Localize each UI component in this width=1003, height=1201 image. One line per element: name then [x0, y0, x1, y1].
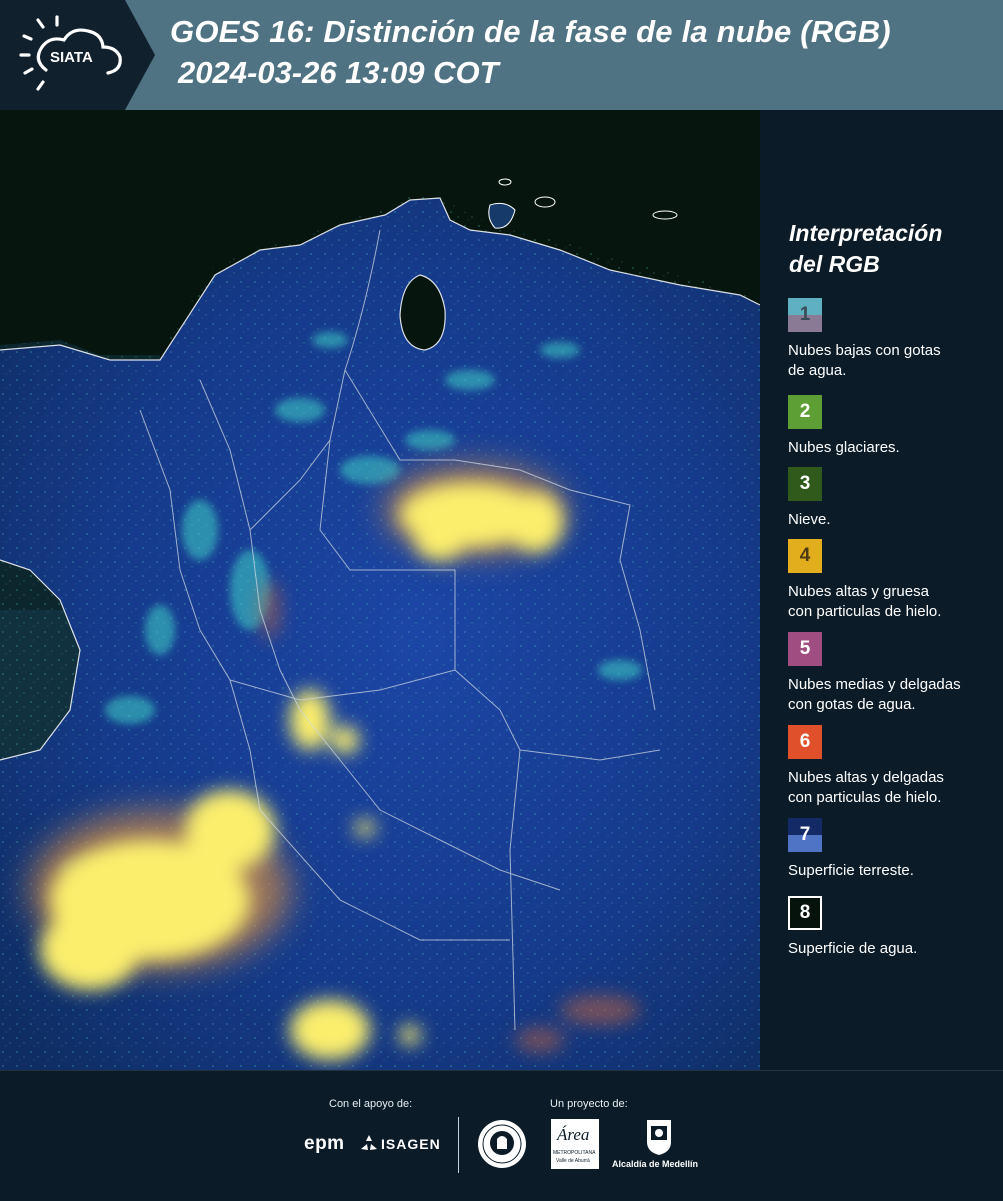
- isagen-logo: ISAGEN: [381, 1136, 441, 1152]
- legend-title-line2: del RGB: [789, 251, 880, 277]
- legend-item-5: 5 Nubes medias y delgadas con gotas de a…: [788, 632, 998, 715]
- legend-number-5: 5: [799, 638, 811, 659]
- legend-label-5-line1: Nubes medias y delgadas: [788, 676, 961, 693]
- legend-title: Interpretación del RGB: [789, 218, 989, 280]
- legend-item-4: 4 Nubes altas y gruesa con particulas de…: [788, 539, 998, 622]
- isagen-mark-icon: [361, 1135, 377, 1150]
- legend-label-4: Nubes altas y gruesa con particulas de h…: [788, 582, 998, 622]
- legend-label-2-line1: Nubes glaciares.: [788, 439, 900, 456]
- legend-panel: Interpretación del RGB 1 Nubes bajas con…: [760, 110, 1003, 1070]
- legend-label-1-line2: de agua.: [788, 362, 847, 379]
- legend-swatch-6: 6: [788, 725, 822, 759]
- legend-label-8-line1: Superficie de agua.: [788, 940, 918, 957]
- legend-label-4-line2: con particulas de hielo.: [788, 603, 942, 620]
- legend-item-8: 8 Superficie de agua.: [788, 896, 998, 959]
- footer-divider: [458, 1117, 459, 1173]
- legend-item-1: 1 Nubes bajas con gotas de agua.: [788, 298, 998, 381]
- legend-label-2: Nubes glaciares.: [788, 438, 998, 458]
- legend-label-6-line1: Nubes altas y delgadas: [788, 769, 944, 786]
- legend-number-1: 1: [799, 304, 811, 325]
- seal-logo: [478, 1120, 526, 1168]
- legend-number-3: 3: [799, 473, 811, 494]
- legend-swatch-4: 4: [788, 539, 822, 573]
- page-title: GOES 16: Distinción de la fase de la nub…: [170, 14, 891, 49]
- legend-label-6: Nubes altas y delgadas con particulas de…: [788, 768, 998, 808]
- legend-item-3: 3 Nieve.: [788, 467, 998, 530]
- medellin-shield-icon: [647, 1120, 671, 1155]
- legend-label-1: Nubes bajas con gotas de agua.: [788, 341, 998, 381]
- legend-label-5-line2: con gotas de agua.: [788, 696, 916, 713]
- legend-swatch-8: 8: [788, 896, 822, 930]
- satellite-rgb-map: [0, 110, 760, 1070]
- area-logo-sub2: Valle de Aburrá: [556, 1158, 590, 1164]
- alcaldia-logo-text: Alcaldía de Medellín: [612, 1159, 699, 1169]
- footer: Con el apoyo de: Un proyecto de: epm ISA…: [0, 1070, 1003, 1201]
- support-label: Con el apoyo de:: [329, 1098, 413, 1110]
- area-logo-sub1: METROPOLITANA: [553, 1150, 596, 1156]
- legend-label-8: Superficie de agua.: [788, 939, 998, 959]
- legend-label-6-line2: con particulas de hielo.: [788, 789, 942, 806]
- siata-wordmark: SIATA: [50, 49, 93, 66]
- legend-label-7: Superficie terreste.: [788, 861, 998, 881]
- legend-label-7-line1: Superficie terreste.: [788, 862, 914, 879]
- legend-label-5: Nubes medias y delgadas con gotas de agu…: [788, 675, 998, 715]
- legend-number-6: 6: [799, 731, 811, 752]
- legend-swatch-3: 3: [788, 467, 822, 501]
- timestamp: 2024-03-26 13:09 COT: [178, 55, 499, 90]
- legend-item-6: 6 Nubes altas y delgadas con particulas …: [788, 725, 998, 808]
- legend-swatch-2: 2: [788, 395, 822, 429]
- legend-swatch-1: 1: [788, 298, 822, 332]
- legend-label-3: Nieve.: [788, 510, 998, 530]
- legend-number-7: 7: [799, 824, 811, 845]
- project-label: Un proyecto de:: [550, 1098, 628, 1110]
- area-logo-mark: Área: [557, 1125, 590, 1144]
- header-bar: SIATA GOES 16: Distinción de la fase de …: [0, 0, 1003, 110]
- legend-number-8: 8: [799, 902, 811, 923]
- legend-item-2: 2 Nubes glaciares.: [788, 395, 998, 458]
- legend-number-4: 4: [799, 545, 811, 566]
- legend-label-3-line1: Nieve.: [788, 511, 831, 528]
- legend-label-4-line1: Nubes altas y gruesa: [788, 583, 929, 600]
- legend-label-1-line1: Nubes bajas con gotas: [788, 342, 941, 359]
- legend-swatch-5: 5: [788, 632, 822, 666]
- legend-item-7: 7 Superficie terreste.: [788, 818, 998, 881]
- epm-logo: epm: [304, 1133, 345, 1154]
- legend-title-line1: Interpretación: [789, 220, 943, 246]
- area-metropolitana-logo: Área METROPOLITANA Valle de Aburrá: [551, 1119, 599, 1169]
- legend-number-2: 2: [799, 401, 811, 422]
- legend-swatch-7: 7: [788, 818, 822, 852]
- siata-logo: SIATA: [0, 0, 160, 110]
